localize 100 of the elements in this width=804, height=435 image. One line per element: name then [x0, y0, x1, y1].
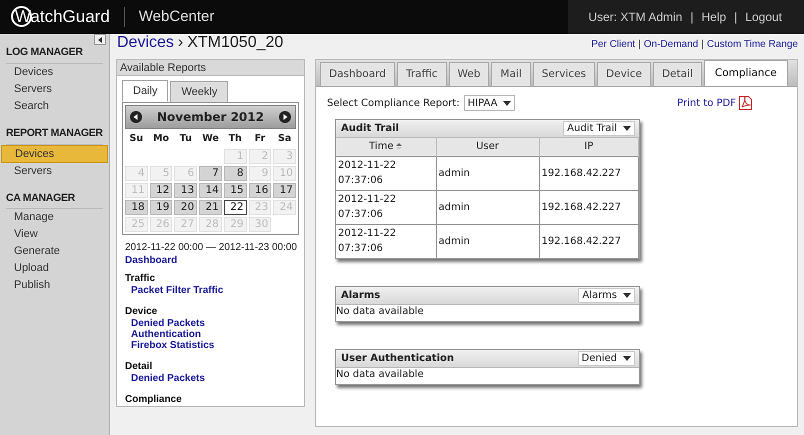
widget-title: User Authentication: [341, 352, 454, 366]
time-range-link[interactable]: Per Client: [591, 37, 636, 52]
previous-month-icon[interactable]: [130, 111, 142, 123]
sidebar-item[interactable]: Upload: [1, 260, 108, 278]
report-link[interactable]: Dashboard: [125, 255, 304, 267]
weekday-label: Tu: [178, 132, 193, 146]
tab[interactable]: Daily: [122, 80, 168, 102]
table-cell: admin: [436, 190, 539, 224]
time-range-link[interactable]: Custom Time Range: [706, 37, 798, 52]
tab[interactable]: Services: [532, 62, 596, 86]
date-range: 2012-11-22 00:00 — 2012-11-23 00:00: [125, 241, 298, 255]
weekday-label: Mo: [152, 132, 170, 146]
field-label: Select Compliance Report:: [327, 96, 460, 110]
caret-icon: [503, 100, 512, 106]
panel-header: Available Reports: [117, 60, 304, 76]
time-range-link[interactable]: On-Demand: [644, 37, 698, 52]
collapse-button[interactable]: [94, 34, 106, 45]
report-link[interactable]: Denied Packets: [131, 373, 304, 384]
separator: |: [638, 38, 641, 52]
column-header[interactable]: User: [436, 138, 539, 156]
caret-icon: [623, 293, 631, 298]
header-link[interactable]: Logout: [745, 8, 782, 26]
report-link[interactable]: Denied Packets: [131, 318, 304, 329]
breadcrumb-separator: ›: [178, 33, 184, 53]
empty-message: No data available: [336, 305, 425, 319]
calendar-day[interactable]: 17: [273, 183, 296, 198]
group-heading: Device: [125, 306, 158, 318]
column-header[interactable]: IP: [539, 138, 638, 156]
group-heading: Traffic: [125, 273, 156, 285]
tab[interactable]: Dashboard: [320, 62, 395, 86]
weekday-label: Fr: [254, 132, 266, 146]
widget-dropdown[interactable]: Alarms: [578, 288, 635, 303]
calendar-day[interactable]: 19: [150, 200, 172, 215]
table-cell: 2012-11-22 07:37:06: [336, 190, 436, 224]
app-title: WebCenter: [138, 6, 214, 27]
calendar-day[interactable]: 18: [125, 200, 148, 215]
weekday-label: We: [201, 132, 220, 146]
table-cell: admin: [436, 224, 539, 258]
separator: |: [734, 9, 738, 26]
calendar-day[interactable]: 13: [174, 183, 198, 198]
weekday-label: Sa: [277, 132, 292, 146]
tab[interactable]: Detail: [652, 62, 702, 86]
tab[interactable]: Compliance: [704, 60, 788, 86]
sidebar-item[interactable]: View: [1, 226, 108, 244]
table-cell: 2012-11-22 07:37:06: [336, 156, 436, 190]
table-cell: 192.168.42.227: [539, 156, 638, 190]
tab[interactable]: Weekly: [170, 81, 228, 103]
tab[interactable]: Mail: [491, 62, 531, 86]
group-heading: Detail: [125, 361, 154, 373]
group-heading: Compliance: [125, 394, 183, 406]
table-cell: admin: [436, 156, 539, 190]
widget-title: Audit Trail: [341, 122, 399, 136]
column-header[interactable]: Time: [336, 138, 436, 156]
sidebar-item[interactable]: Generate: [1, 243, 108, 260]
sidebar-item[interactable]: Servers: [1, 80, 108, 98]
sidebar-item[interactable]: Search: [1, 98, 108, 115]
month-title: November 2012: [156, 109, 265, 126]
report-link[interactable]: Packet Filter Traffic: [131, 285, 304, 296]
calendar-day[interactable]: 7: [199, 166, 222, 181]
tab[interactable]: Traffic: [396, 62, 447, 86]
widget-dropdown[interactable]: Denied: [578, 351, 635, 366]
sidebar-item[interactable]: Devices: [1, 64, 108, 81]
table-cell: 192.168.42.227: [539, 224, 638, 258]
sidebar-item[interactable]: Devices: [1, 144, 108, 162]
pdf-icon: [739, 96, 752, 110]
table-cell: 2012-11-22 07:37:06: [336, 224, 436, 258]
sidebar-item[interactable]: Servers: [1, 162, 108, 180]
empty-message: No data available: [336, 368, 425, 382]
calendar-day[interactable]: 20: [174, 200, 198, 215]
tab[interactable]: Web: [448, 62, 490, 86]
print-pdf-link[interactable]: Print to PDF: [677, 96, 752, 110]
header-link[interactable]: Help: [701, 8, 726, 26]
weekday-label: Th: [228, 132, 243, 146]
calendar-day[interactable]: 14: [199, 183, 222, 198]
next-month-icon[interactable]: [279, 111, 291, 123]
breadcrumb-link[interactable]: Devices: [117, 31, 174, 55]
calendar-day[interactable]: 21: [199, 200, 222, 215]
sidebar-item[interactable]: Publish: [1, 277, 108, 294]
report-link[interactable]: Authentication: [131, 329, 304, 340]
caret-icon: [623, 356, 631, 361]
calendar-day[interactable]: 8: [224, 166, 247, 181]
caret-icon: [623, 126, 631, 131]
section-heading: LOG MANAGER: [6, 45, 103, 64]
calendar-day[interactable]: 15: [224, 183, 247, 198]
separator: |: [701, 38, 704, 52]
report-link[interactable]: Firebox Statistics: [131, 340, 304, 351]
calendar-day[interactable]: 22: [224, 200, 247, 215]
separator: |: [690, 9, 694, 26]
user-label: User: XTM Admin: [588, 9, 682, 26]
sidebar-item[interactable]: Manage: [1, 209, 108, 226]
calendar-day[interactable]: 12: [150, 183, 172, 198]
breadcrumb-current: XTM1050_20: [187, 33, 284, 53]
calendar-day[interactable]: 16: [248, 183, 272, 198]
weekday-label: Su: [128, 132, 144, 146]
report-dropdown[interactable]: HIPAA: [464, 95, 516, 111]
section-heading: CA MANAGER: [6, 190, 103, 210]
tab[interactable]: Device: [597, 62, 651, 86]
widget-dropdown[interactable]: Audit Trail: [563, 121, 635, 136]
widget-title: Alarms: [341, 289, 380, 303]
chevron-left-icon: [98, 36, 102, 42]
